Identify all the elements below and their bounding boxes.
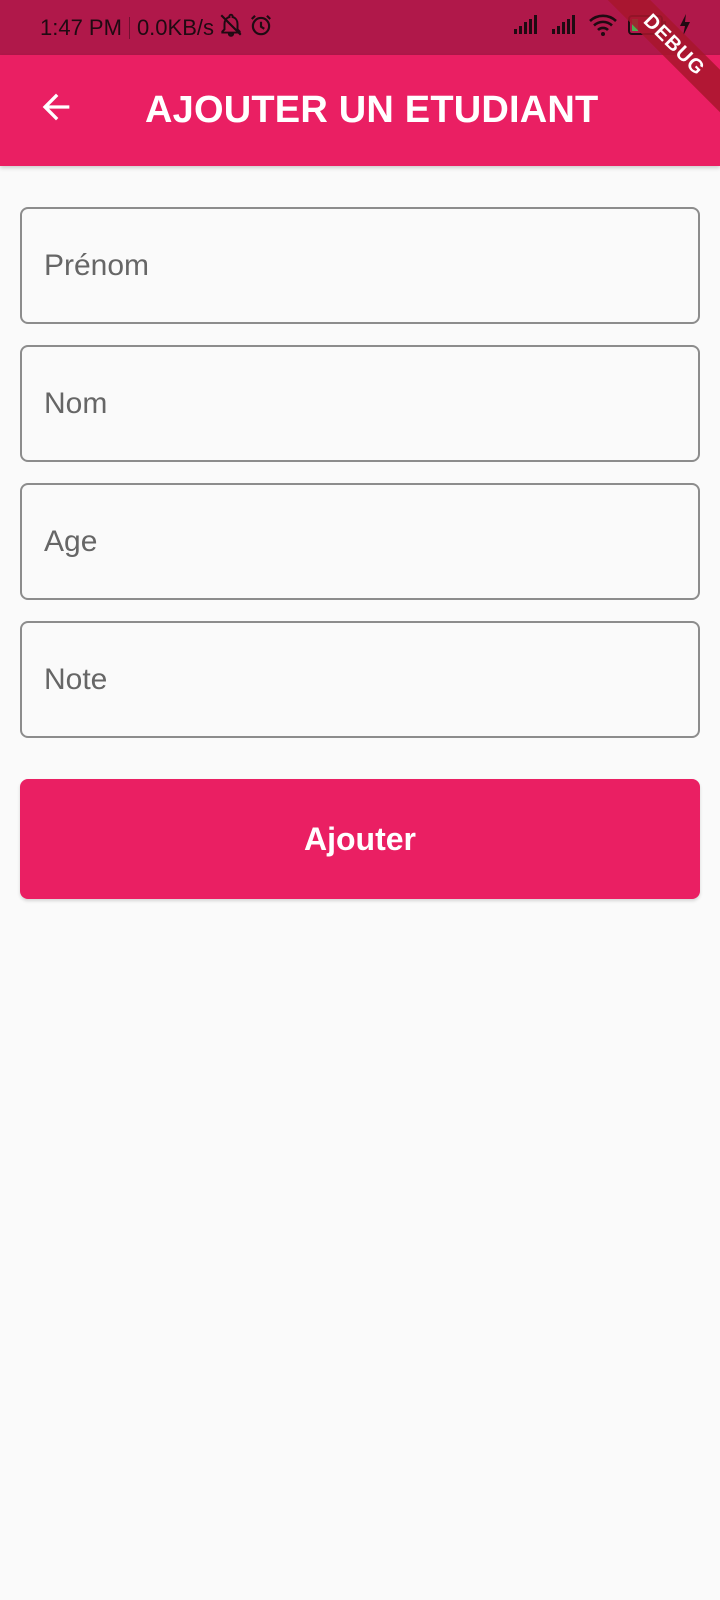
alarm-icon bbox=[248, 12, 274, 44]
status-bar-left: 1:47 PM 0.0KB/s bbox=[40, 0, 274, 55]
status-separator bbox=[128, 16, 130, 39]
screen: 1:47 PM 0.0KB/s AJOUTER UN ETUDIANT DEBU… bbox=[0, 0, 720, 1600]
age-input[interactable] bbox=[22, 485, 698, 598]
first-name-field-container bbox=[20, 207, 700, 324]
battery-icon bbox=[628, 14, 668, 41]
page-title: AJOUTER UN ETUDIANT bbox=[145, 89, 599, 131]
network-speed: 0.0KB/s bbox=[136, 14, 214, 40]
add-student-button[interactable]: Ajouter bbox=[20, 779, 700, 899]
status-time: 1:47 PM bbox=[40, 14, 122, 40]
notifications-off-icon bbox=[218, 12, 244, 44]
age-field-container bbox=[20, 483, 700, 600]
note-field-container bbox=[20, 621, 700, 738]
status-bar-right bbox=[512, 0, 692, 55]
signal-icon bbox=[512, 14, 540, 41]
status-bar: 1:47 PM 0.0KB/s bbox=[0, 0, 720, 55]
back-button[interactable] bbox=[24, 77, 88, 141]
student-form bbox=[20, 207, 700, 759]
wifi-icon bbox=[588, 13, 618, 42]
last-name-field-container bbox=[20, 345, 700, 462]
last-name-input[interactable] bbox=[22, 347, 698, 460]
charging-icon bbox=[678, 13, 692, 42]
app-bar: AJOUTER UN ETUDIANT bbox=[0, 55, 720, 166]
first-name-input[interactable] bbox=[22, 209, 698, 322]
arrow-left-icon bbox=[36, 87, 76, 132]
signal-icon bbox=[550, 14, 578, 41]
note-input[interactable] bbox=[22, 623, 698, 736]
